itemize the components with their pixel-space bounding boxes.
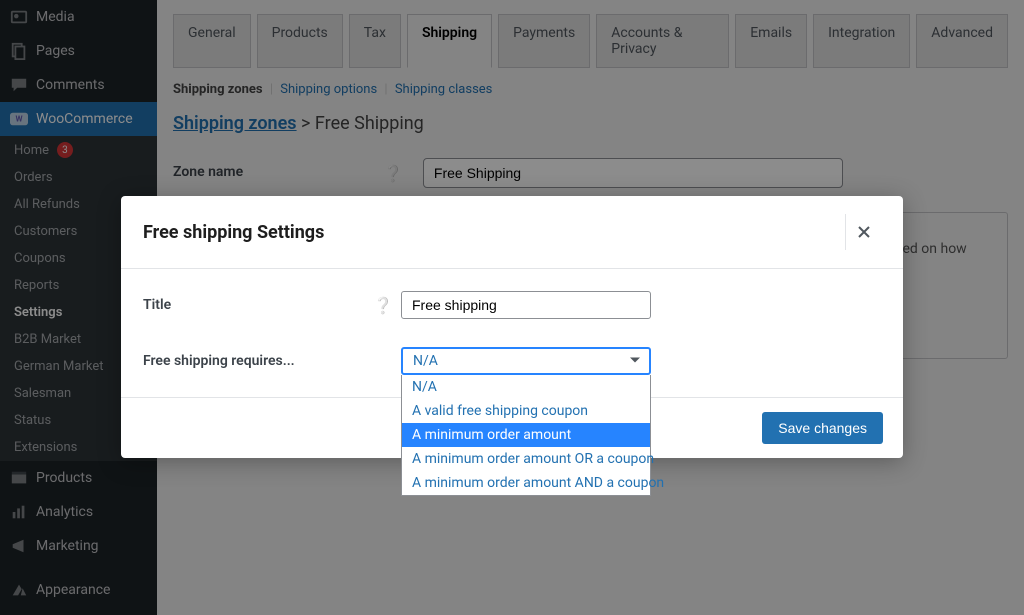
modal-header: Free shipping Settings (121, 196, 903, 269)
requires-combobox: N/A N/A A valid free shipping coupon A m… (401, 347, 651, 375)
requires-option-min-or-coupon[interactable]: A minimum order amount OR a coupon (402, 447, 650, 471)
modal-requires-label: Free shipping requires... (143, 353, 373, 369)
requires-select[interactable]: N/A (401, 347, 651, 375)
requires-option-coupon[interactable]: A valid free shipping coupon (402, 399, 650, 423)
modal-title-row: Title ❔ (143, 291, 881, 319)
requires-dropdown: N/A A valid free shipping coupon A minim… (401, 375, 651, 496)
modal-title-label: Title (143, 297, 373, 313)
modal-title-input[interactable] (401, 291, 651, 319)
modal-requires-row: Free shipping requires... ? N/A N/A A va… (143, 347, 881, 375)
requires-option-min-and-coupon[interactable]: A minimum order amount AND a coupon (402, 471, 650, 495)
requires-option-na[interactable]: N/A (402, 375, 650, 399)
free-shipping-settings-modal: Free shipping Settings Title ❔ Free ship… (121, 196, 903, 458)
modal-close-button[interactable] (845, 214, 881, 250)
close-icon (856, 224, 872, 240)
help-icon[interactable]: ❔ (373, 296, 387, 315)
requires-option-min-amount[interactable]: A minimum order amount (402, 423, 650, 447)
modal-body: Title ❔ Free shipping requires... ? N/A … (121, 269, 903, 398)
modal-save-changes-button[interactable]: Save changes (762, 412, 883, 444)
modal-title: Free shipping Settings (143, 222, 324, 243)
